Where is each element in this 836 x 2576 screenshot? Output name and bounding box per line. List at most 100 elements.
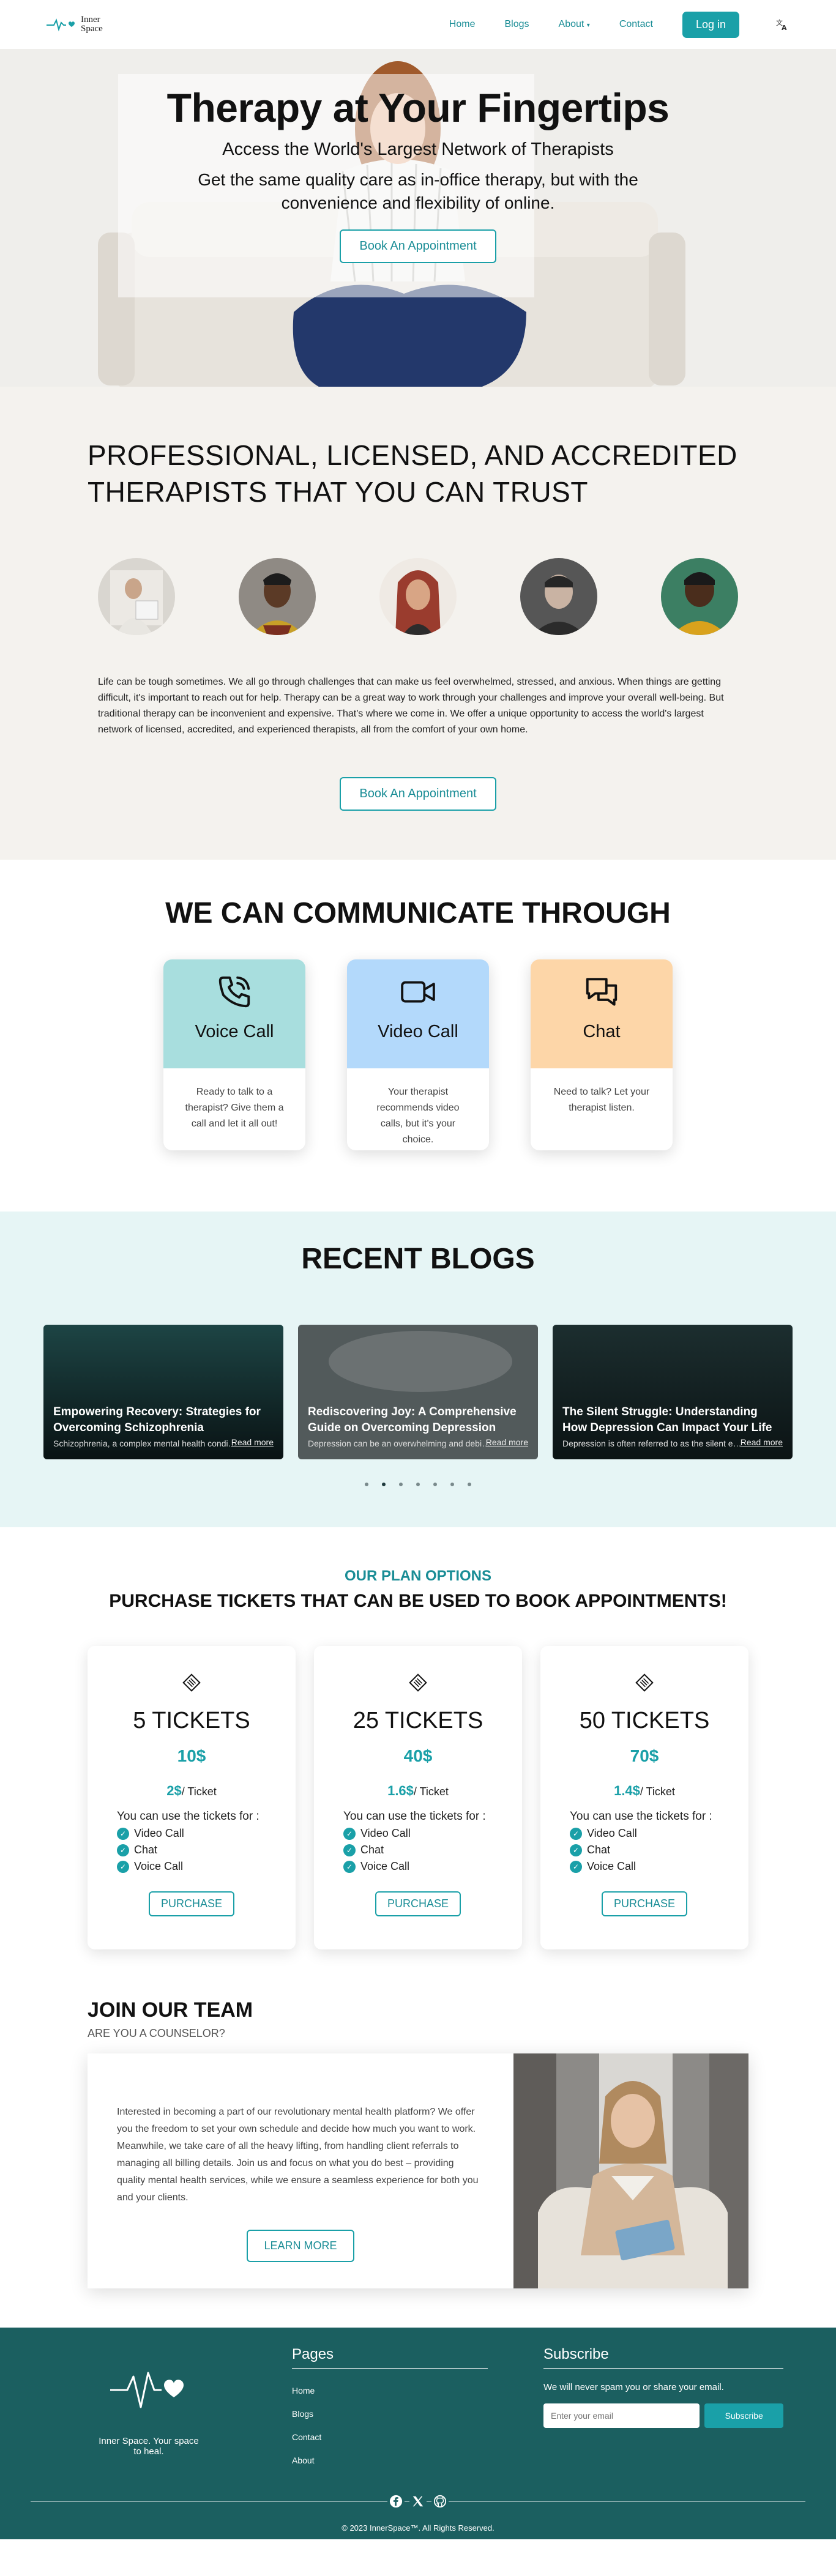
therapists-about-text: Life can be tough sometimes. We all go t… xyxy=(98,677,724,735)
hero-subtitle: Access the World's Largest Network of Th… xyxy=(222,140,614,159)
footer-tagline: Inner Space. Your space to heal. xyxy=(99,2436,199,2457)
purchase-button[interactable]: PURCHASE xyxy=(148,1891,235,1916)
blog-card-2[interactable]: Rediscovering Joy: A Comprehensive Guide… xyxy=(298,1325,538,1459)
video-call-card[interactable]: Video Call Your therapist recommends vid… xyxy=(347,959,489,1150)
footer-subscribe: Subscribe We will never spam you or shar… xyxy=(543,2346,783,2428)
blog-card-3-read-more-link[interactable]: Read more xyxy=(741,1437,783,1447)
therapists-section: PROFESSIONAL, LICENSED, AND ACCREDITED T… xyxy=(0,387,836,860)
footer-subscribe-title: Subscribe xyxy=(543,2346,783,2369)
blog-card-3-excerpt: Depression is often referred to as the s… xyxy=(562,1439,746,1448)
plan-price: 10$ xyxy=(177,1746,206,1765)
plans-title: PURCHASE TICKETS THAT CAN BE USED TO BOO… xyxy=(109,1591,727,1611)
blog-card-2-read-more-link[interactable]: Read more xyxy=(486,1437,528,1447)
carousel-dot[interactable] xyxy=(365,1483,368,1486)
plan-features-label: You can use the tickets for : xyxy=(570,1810,712,1823)
therapist-avatar-5 xyxy=(661,558,738,635)
hero-book-appointment-button[interactable]: Book An Appointment xyxy=(340,229,496,263)
brand-logo[interactable]: Inner Space xyxy=(47,15,103,34)
therapists-book-appointment-button[interactable]: Book An Appointment xyxy=(340,777,496,811)
heartbeat-logo-icon xyxy=(47,18,75,32)
plan-feature: ✓ Video Call xyxy=(343,1827,493,1840)
plans-section: OUR PLAN OPTIONS PURCHASE TICKETS THAT C… xyxy=(0,1527,836,1992)
voice-call-description: Ready to talk to a therapist? Give them … xyxy=(185,1087,284,1129)
facebook-icon[interactable] xyxy=(387,2493,405,2510)
plan-feature: ✓ Video Call xyxy=(570,1827,719,1840)
check-circle-icon: ✓ xyxy=(343,1827,356,1840)
hero-section: Therapy at Your Fingertips Access the Wo… xyxy=(0,49,836,387)
video-call-card-header: Video Call xyxy=(347,959,489,1068)
plan-feature: ✓ Video Call xyxy=(117,1827,266,1840)
plan-feature: ✓ Chat xyxy=(343,1844,493,1856)
top-navbar: Inner Space Home Blogs About ▾ Contact L… xyxy=(0,0,836,49)
plan-feature: ✓ Chat xyxy=(570,1844,719,1856)
footer-pages-title: Pages xyxy=(292,2346,488,2369)
team-text: Interested in becoming a part of our rev… xyxy=(117,2107,479,2203)
plan-card-5-tickets: 5 TICKETS 10$ 2$/ Ticket You can use the… xyxy=(88,1646,296,1949)
carousel-dot-active[interactable] xyxy=(382,1483,386,1486)
purchase-button[interactable]: PURCHASE xyxy=(375,1891,461,1916)
plan-name: 5 TICKETS xyxy=(133,1708,250,1733)
x-twitter-icon[interactable] xyxy=(409,2493,427,2510)
svg-text:A: A xyxy=(782,24,787,32)
footer-link-contact[interactable]: Contact xyxy=(292,2432,488,2442)
plan-card-25-tickets: 25 TICKETS 40$ 1.6$/ Ticket You can use … xyxy=(314,1646,522,1949)
check-circle-icon: ✓ xyxy=(570,1860,582,1873)
team-title: JOIN OUR TEAM xyxy=(88,1998,253,2022)
hero-title: Therapy at Your Fingertips xyxy=(166,85,670,130)
nav-link-contact[interactable]: Contact xyxy=(619,19,653,30)
subscribe-button[interactable]: Subscribe xyxy=(704,2403,783,2428)
heartbeat-logo-icon xyxy=(110,2372,184,2408)
ticket-icon xyxy=(182,1673,201,1692)
blog-card-3[interactable]: The Silent Struggle: Understanding How D… xyxy=(553,1325,793,1459)
blog-card-1-read-more-link[interactable]: Read more xyxy=(231,1437,274,1447)
caret-down-icon: ▾ xyxy=(586,22,590,29)
plan-feature: ✓ Voice Call xyxy=(343,1860,493,1873)
nav-link-home[interactable]: Home xyxy=(449,19,476,30)
chat-label: Chat xyxy=(583,1022,621,1041)
chat-description: Need to talk? Let your therapist listen. xyxy=(553,1087,650,1113)
video-call-description: Your therapist recommends video calls, b… xyxy=(376,1087,460,1145)
email-input[interactable] xyxy=(543,2403,700,2428)
carousel-dot[interactable] xyxy=(468,1483,471,1486)
plan-price: 70$ xyxy=(630,1746,659,1765)
plan-per-ticket: 2$/ Ticket xyxy=(166,1783,217,1798)
brand-name: Inner Space xyxy=(81,15,103,34)
ticket-icon xyxy=(409,1673,427,1692)
nav-link-about[interactable]: About ▾ xyxy=(559,19,590,30)
carousel-dot[interactable] xyxy=(450,1483,454,1486)
github-icon[interactable] xyxy=(431,2493,449,2510)
footer-link-blogs[interactable]: Blogs xyxy=(292,2409,488,2419)
translate-icon[interactable]: 文 A xyxy=(775,17,789,32)
chat-card[interactable]: Chat Need to talk? Let your therapist li… xyxy=(531,959,673,1150)
learn-more-button[interactable]: LEARN MORE xyxy=(247,2230,354,2262)
nav-links: Home Blogs About ▾ Contact Log in 文 A xyxy=(449,11,789,38)
carousel-dot[interactable] xyxy=(399,1483,403,1486)
plan-feature: ✓ Voice Call xyxy=(570,1860,719,1873)
hero-text: Get the same quality care as in-office t… xyxy=(198,170,638,212)
plan-features: You can use the tickets for : ✓ Video Cal… xyxy=(117,1810,266,1873)
communicate-section: WE CAN COMMUNICATE THROUGH Voice Call Re… xyxy=(0,860,836,1212)
ticket-icon xyxy=(635,1673,654,1692)
therapist-avatar-1 xyxy=(98,558,175,635)
blog-card-1[interactable]: Empowering Recovery: Strategies for Over… xyxy=(43,1325,283,1459)
footer-subscribe-note: We will never spam you or share your ema… xyxy=(543,2382,724,2392)
blog-carousel: Empowering Recovery: Strategies for Over… xyxy=(0,1325,836,1459)
voice-call-card[interactable]: Voice Call Ready to talk to a therapist?… xyxy=(163,959,305,1150)
footer-pages: Pages Home Blogs Contact About xyxy=(292,2346,488,2465)
plan-price: 40$ xyxy=(403,1746,433,1765)
plan-name: 50 TICKETS xyxy=(579,1708,710,1733)
plans-eyebrow: OUR PLAN OPTIONS xyxy=(344,1568,491,1584)
login-button[interactable]: Log in xyxy=(682,11,739,38)
blog-card-2-excerpt: Depression can be an overwhelming and de… xyxy=(308,1439,491,1448)
blog-card-1-content: Empowering Recovery: Strategies for Over… xyxy=(53,1404,274,1448)
purchase-button[interactable]: PURCHASE xyxy=(601,1891,688,1916)
carousel-dot[interactable] xyxy=(416,1483,420,1486)
chat-icon xyxy=(586,978,618,1006)
nav-link-blogs[interactable]: Blogs xyxy=(504,19,529,30)
voice-call-label: Voice Call xyxy=(195,1022,274,1041)
footer-link-about[interactable]: About xyxy=(292,2455,488,2465)
carousel-dot[interactable] xyxy=(433,1483,437,1486)
check-circle-icon: ✓ xyxy=(343,1860,356,1873)
plan-features-label: You can use the tickets for : xyxy=(117,1810,259,1823)
footer-link-home[interactable]: Home xyxy=(292,2386,488,2395)
